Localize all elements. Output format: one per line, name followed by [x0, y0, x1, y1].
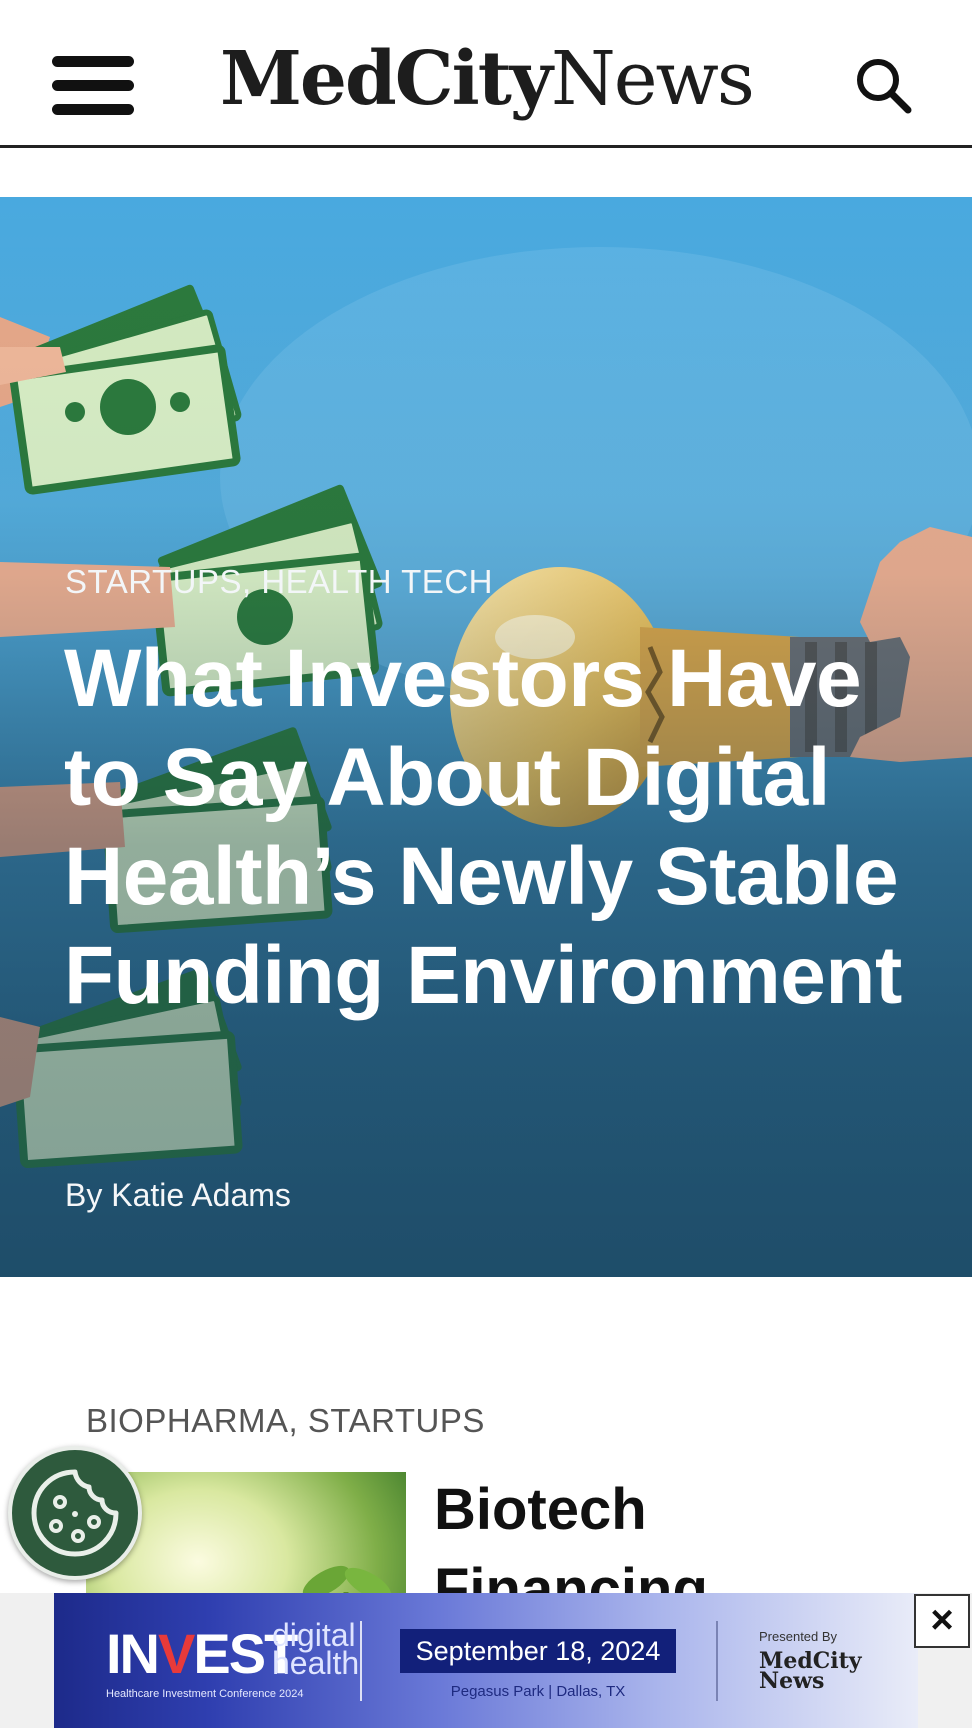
- category-link-startups[interactable]: STARTUPS: [65, 563, 242, 600]
- site-logo[interactable]: MedCity News: [220, 36, 755, 126]
- ad-banner[interactable]: INVEST digital health Healthcare Investme…: [54, 1593, 918, 1728]
- ad-digital-health: digital health: [272, 1619, 360, 1681]
- ad-logo-health: health: [272, 1645, 360, 1681]
- category-separator: ,: [288, 1402, 308, 1439]
- ad-divider: [360, 1621, 362, 1701]
- hero-byline: By Katie Adams: [65, 1177, 291, 1213]
- ad-presented-by: Presented By: [759, 1629, 838, 1644]
- category-separator: ,: [241, 563, 262, 600]
- article-categories: BIOPHARMA, STARTUPS: [86, 1402, 485, 1440]
- bottom-ad-bar: INVEST digital health Healthcare Investme…: [0, 1593, 972, 1728]
- ad-subtitle: Healthcare Investment Conference 2024: [106, 1688, 304, 1700]
- category-link-startups-2[interactable]: STARTUPS: [308, 1402, 485, 1439]
- ad-date: September 18, 2024: [400, 1629, 676, 1673]
- category-link-biopharma[interactable]: BIOPHARMA: [86, 1402, 289, 1439]
- ad-invest-logo: INVEST: [106, 1621, 298, 1686]
- hero-title[interactable]: What Investors Have to Say About Digital…: [64, 629, 904, 1025]
- category-link-health-tech[interactable]: HEALTH TECH: [261, 563, 493, 600]
- search-icon[interactable]: [852, 54, 916, 118]
- ad-location: Pegasus Park | Dallas, TX: [450, 1683, 626, 1700]
- close-icon[interactable]: ×: [914, 1594, 970, 1648]
- ad-divider-2: [716, 1621, 718, 1701]
- cookie-icon[interactable]: [8, 1446, 142, 1580]
- hero-categories: STARTUPS, HEALTH TECH: [65, 563, 493, 601]
- site-header: MedCity News: [0, 0, 972, 148]
- hamburger-menu-icon[interactable]: [52, 56, 136, 115]
- logo-news: News: [550, 36, 755, 122]
- ad-brand-logo: MedCity News: [759, 1648, 862, 1694]
- ad-logo-in: IN: [106, 1622, 160, 1685]
- hero-article[interactable]: STARTUPS, HEALTH TECH What Investors Hav…: [0, 197, 972, 1277]
- ad-logo-v: V: [158, 1622, 195, 1685]
- logo-medcity: MedCity: [220, 36, 553, 122]
